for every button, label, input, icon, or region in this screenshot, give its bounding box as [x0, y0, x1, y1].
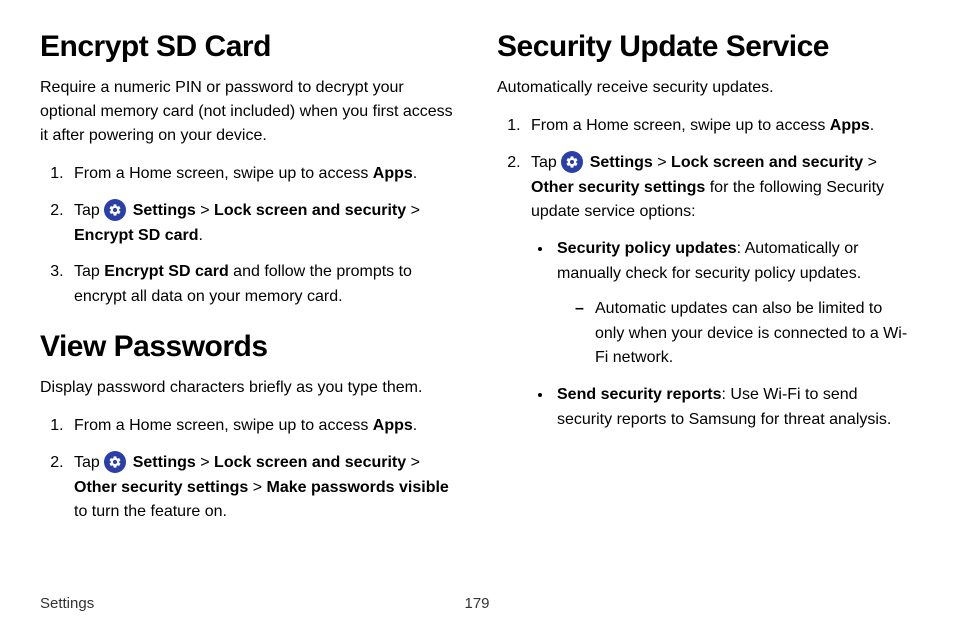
sub-list: Automatic updates can also be limited to…	[557, 297, 914, 371]
other-security-label: Other security settings	[531, 179, 705, 196]
intro-view-passwords: Display password characters briefly as y…	[40, 376, 457, 400]
content-columns: Encrypt SD Card Require a numeric PIN or…	[40, 30, 914, 537]
step-text: From a Home screen, swipe up to access	[74, 417, 373, 434]
step-item: Tap Settings > Lock screen and security …	[68, 451, 457, 525]
breadcrumb-separator: >	[406, 202, 420, 219]
list-item: Automatic updates can also be limited to…	[575, 297, 914, 371]
step-item: From a Home screen, swipe up to access A…	[68, 162, 457, 187]
footer-page-number: 179	[464, 595, 489, 612]
settings-label: Settings	[128, 454, 196, 471]
apps-label: Apps	[373, 417, 413, 434]
page-footer: Settings 179	[40, 595, 914, 612]
step-text: to turn the feature on.	[74, 503, 227, 520]
step-text: Tap	[74, 454, 104, 471]
step-text: From a Home screen, swipe up to access	[74, 165, 373, 182]
lock-screen-label: Lock screen and security	[214, 454, 406, 471]
settings-label: Settings	[128, 202, 196, 219]
step-text: Tap	[74, 202, 104, 219]
section-view-passwords: View Passwords Display password characte…	[40, 330, 457, 525]
settings-icon	[561, 151, 583, 173]
options-list: Security policy updates: Automatically o…	[531, 237, 914, 433]
step-item: Tap Settings > Lock screen and security …	[68, 199, 457, 249]
footer-section-label: Settings	[40, 595, 94, 612]
steps-view-passwords: From a Home screen, swipe up to access A…	[40, 414, 457, 525]
encrypt-sd-label: Encrypt SD card	[104, 263, 228, 280]
security-policy-updates-label: Security policy updates	[557, 240, 737, 257]
step-item: From a Home screen, swipe up to access A…	[68, 414, 457, 439]
list-item: Security policy updates: Automatically o…	[553, 237, 914, 371]
make-passwords-visible-label: Make passwords visible	[267, 479, 449, 496]
lock-screen-label: Lock screen and security	[214, 202, 406, 219]
step-item: From a Home screen, swipe up to access A…	[525, 114, 914, 139]
apps-label: Apps	[373, 165, 413, 182]
breadcrumb-separator: >	[248, 479, 266, 496]
heading-view-passwords: View Passwords	[40, 330, 457, 364]
step-text: .	[870, 117, 874, 134]
steps-encrypt-sd-card: From a Home screen, swipe up to access A…	[40, 162, 457, 310]
settings-icon	[104, 451, 126, 473]
left-column: Encrypt SD Card Require a numeric PIN or…	[40, 30, 457, 537]
step-text: Tap	[74, 263, 104, 280]
heading-encrypt-sd-card: Encrypt SD Card	[40, 30, 457, 64]
breadcrumb-separator: >	[196, 454, 214, 471]
settings-icon	[104, 199, 126, 221]
step-item: Tap Encrypt SD card and follow the promp…	[68, 260, 457, 310]
steps-security-update-service: From a Home screen, swipe up to access A…	[497, 114, 914, 433]
settings-label: Settings	[585, 154, 653, 171]
step-text: Tap	[531, 154, 561, 171]
lock-screen-label: Lock screen and security	[671, 154, 863, 171]
sub-text: Automatic updates can also be limited to…	[595, 300, 907, 367]
step-text: .	[198, 227, 202, 244]
step-text: .	[413, 165, 417, 182]
step-item: Tap Settings > Lock screen and security …	[525, 151, 914, 433]
breadcrumb-separator: >	[653, 154, 671, 171]
apps-label: Apps	[830, 117, 870, 134]
intro-security-update-service: Automatically receive security updates.	[497, 76, 914, 100]
send-security-reports-label: Send security reports	[557, 386, 722, 403]
heading-security-update-service: Security Update Service	[497, 30, 914, 64]
right-column: Security Update Service Automatically re…	[497, 30, 914, 537]
breadcrumb-separator: >	[196, 202, 214, 219]
step-text: From a Home screen, swipe up to access	[531, 117, 830, 134]
other-security-label: Other security settings	[74, 479, 248, 496]
encrypt-sd-label: Encrypt SD card	[74, 227, 198, 244]
breadcrumb-separator: >	[863, 154, 877, 171]
list-item: Send security reports: Use Wi-Fi to send…	[553, 383, 914, 433]
intro-encrypt-sd-card: Require a numeric PIN or password to dec…	[40, 76, 457, 148]
step-text: .	[413, 417, 417, 434]
breadcrumb-separator: >	[406, 454, 420, 471]
